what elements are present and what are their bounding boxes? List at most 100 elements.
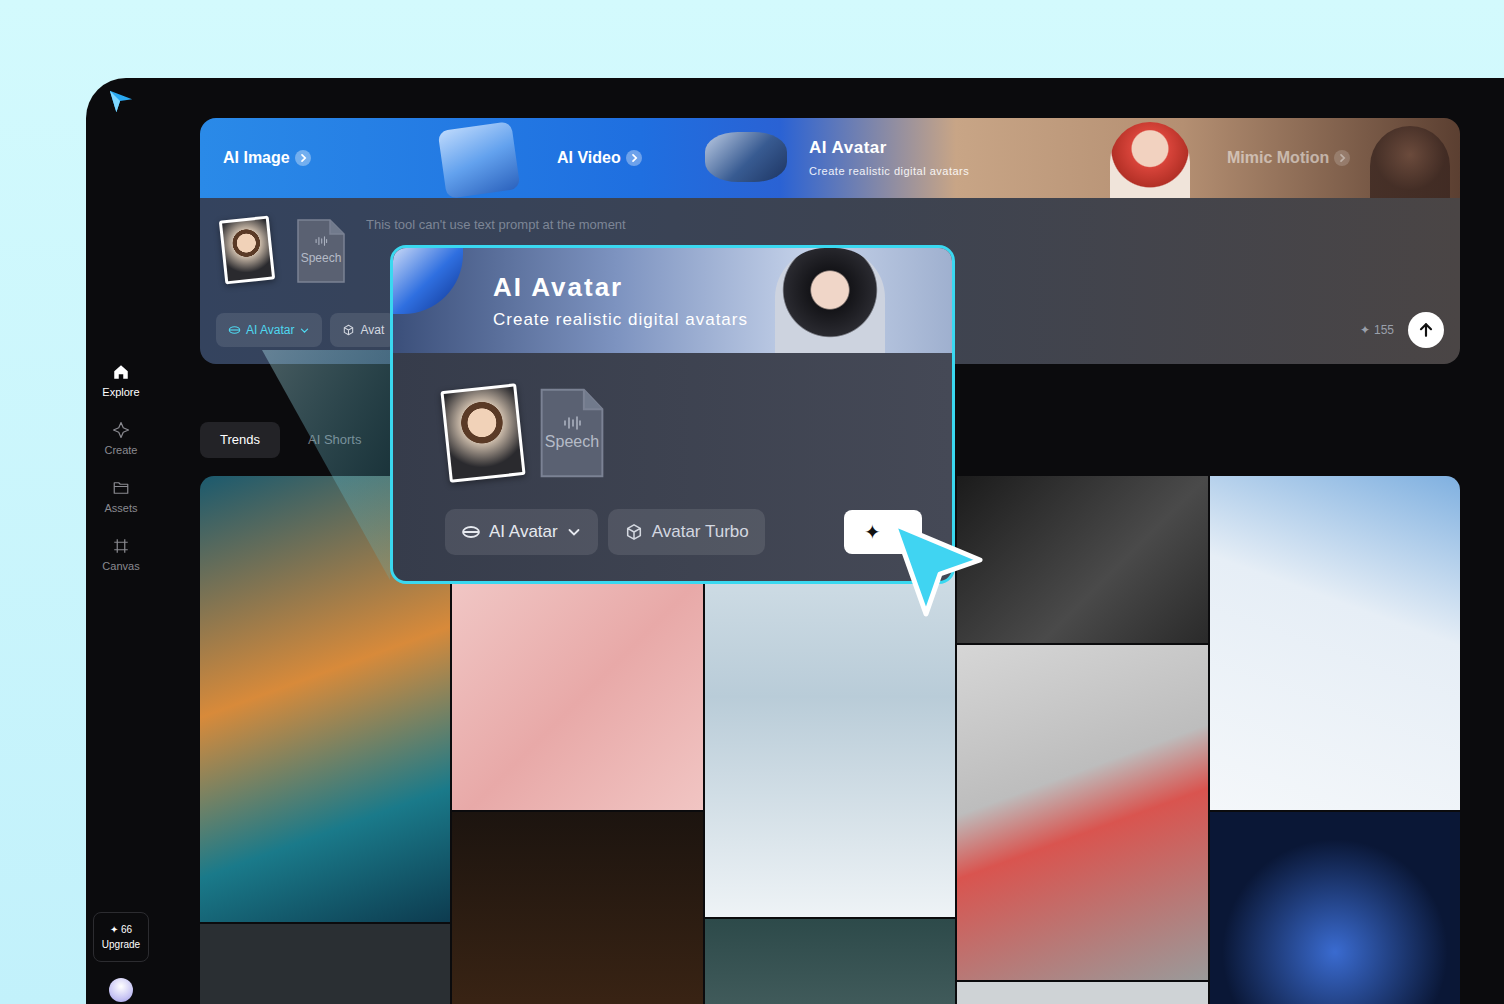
upgrade-button[interactable]: ✦66 Upgrade bbox=[93, 912, 149, 962]
tool-title-row: AI Video bbox=[557, 148, 642, 168]
prompt-actions: ✦155 bbox=[1360, 312, 1444, 348]
sidebar-nav: Explore Create Assets Canvas bbox=[102, 363, 139, 573]
prompt-input[interactable] bbox=[366, 216, 1444, 234]
sidebar-item[interactable]: Explore bbox=[102, 363, 139, 399]
credits-count: 66 bbox=[121, 924, 132, 936]
gallery-tile[interactable] bbox=[452, 812, 702, 1004]
speech-label: Speech bbox=[545, 434, 599, 450]
sidebar-label: Assets bbox=[104, 501, 137, 515]
tool-title-row: AI Avatar bbox=[809, 138, 969, 158]
header-decoration bbox=[390, 245, 463, 314]
gallery-column bbox=[957, 476, 1207, 1004]
tool-tab[interactable]: AI Video bbox=[540, 118, 790, 198]
credits-icon: ✦ bbox=[110, 924, 118, 936]
waveform-icon bbox=[562, 416, 582, 430]
chip-label: AI Avatar bbox=[246, 321, 294, 339]
submit-button[interactable] bbox=[1408, 312, 1444, 348]
gallery-tile[interactable] bbox=[200, 924, 450, 1004]
zoom-title: AI Avatar bbox=[493, 272, 952, 302]
logo-icon bbox=[108, 88, 134, 114]
gallery-tile[interactable] bbox=[957, 982, 1207, 1004]
waveform-icon bbox=[314, 236, 328, 246]
chevron-down-icon bbox=[299, 325, 310, 336]
chip-label: Avat bbox=[360, 321, 384, 339]
feed-tab[interactable]: AI Shorts bbox=[288, 422, 381, 458]
tool-thumbnail bbox=[438, 121, 521, 198]
credits: ✦66 bbox=[110, 924, 132, 936]
document-icon bbox=[539, 387, 605, 479]
gallery-tile[interactable] bbox=[957, 645, 1207, 980]
arrow-up-icon bbox=[1416, 320, 1436, 340]
tool-tab-content: AI Avatar Create realistic digital avatar… bbox=[809, 138, 969, 178]
avatar-picture bbox=[222, 219, 272, 281]
tool-label: Mimic Motion bbox=[1227, 148, 1329, 168]
grid-icon bbox=[112, 537, 130, 555]
tool-tab[interactable]: Mimic Motion bbox=[1205, 118, 1460, 198]
tool-title-row: Mimic Motion bbox=[1227, 148, 1350, 168]
chevron-right-icon bbox=[295, 150, 311, 166]
mouth-icon bbox=[461, 523, 481, 541]
zoom-bottom-row: AI Avatar Avatar Turbo ✦ bbox=[445, 509, 922, 555]
option-chip[interactable]: Avatar Turbo bbox=[608, 509, 765, 555]
chip-label: Avatar Turbo bbox=[652, 523, 749, 541]
tool-tab[interactable]: AI Avatar Create realistic digital avatar… bbox=[790, 118, 1205, 198]
gallery-tile[interactable] bbox=[1210, 812, 1460, 1004]
sidebar-label: Explore bbox=[102, 385, 139, 399]
tool-label: AI Video bbox=[557, 148, 621, 168]
sidebar: Explore Create Assets Canvas ✦66 Upgrade bbox=[86, 78, 156, 1004]
speech-label: Speech bbox=[301, 250, 342, 266]
option-chip[interactable]: AI Avatar bbox=[216, 313, 322, 347]
chip-label: AI Avatar bbox=[489, 523, 558, 541]
tool-tab-content: AI Image bbox=[223, 148, 311, 168]
feed-tab-label: Trends bbox=[220, 430, 260, 450]
cursor-icon bbox=[880, 510, 990, 620]
tool-subtitle: Create realistic digital avatars bbox=[809, 164, 969, 178]
avatar-attachment[interactable] bbox=[440, 383, 525, 482]
attachments: Speech bbox=[216, 216, 346, 284]
tool-tab-content: AI Video bbox=[557, 148, 642, 168]
chevron-right-icon bbox=[1334, 150, 1350, 166]
sparkle-icon bbox=[112, 421, 130, 439]
option-chip[interactable]: AI Avatar bbox=[445, 509, 598, 555]
avatar-photo bbox=[775, 248, 885, 353]
credits-icon: ✦ bbox=[1360, 321, 1370, 339]
tool-tab[interactable]: AI Image bbox=[200, 118, 540, 198]
chevron-right-icon bbox=[626, 150, 642, 166]
mouth-icon bbox=[228, 324, 241, 336]
gallery-tile[interactable] bbox=[1210, 476, 1460, 810]
gallery-column bbox=[1210, 476, 1460, 1004]
home-icon bbox=[112, 363, 130, 381]
chevron-down-icon bbox=[566, 524, 582, 540]
avatar-attachment[interactable] bbox=[219, 216, 275, 285]
tool-label: AI Image bbox=[223, 148, 290, 168]
sidebar-item[interactable]: Assets bbox=[104, 479, 137, 515]
zoom-header: AI AvatarCreate realistic digital avatar… bbox=[393, 248, 952, 353]
credits-cost: ✦155 bbox=[1360, 321, 1394, 339]
folder-icon bbox=[112, 479, 130, 497]
zoom-body: Speech AI Avatar Avatar Turbo ✦ bbox=[393, 353, 952, 581]
cube-icon bbox=[342, 324, 355, 336]
avatar-picture bbox=[444, 387, 523, 480]
sidebar-item[interactable]: Create bbox=[104, 421, 137, 457]
sidebar-item[interactable]: Canvas bbox=[102, 537, 139, 573]
tool-banner: AI Image AI Video AI Avatar Create realisti… bbox=[200, 118, 1460, 198]
upgrade-label: Upgrade bbox=[102, 939, 140, 951]
gallery-tile[interactable] bbox=[957, 476, 1207, 643]
chip-row: AI Avatar Avat bbox=[216, 313, 396, 347]
option-chip[interactable]: Avat bbox=[330, 313, 396, 347]
tool-thumbnail bbox=[1110, 122, 1190, 198]
tool-tab-content: Mimic Motion bbox=[1227, 148, 1350, 168]
tool-thumbnail bbox=[1370, 126, 1450, 198]
zoom-chip-row: AI Avatar Avatar Turbo bbox=[445, 509, 765, 555]
zoom-card: AI AvatarCreate realistic digital avatar… bbox=[390, 245, 955, 584]
user-avatar[interactable] bbox=[109, 978, 133, 1002]
sidebar-label: Canvas bbox=[102, 559, 139, 573]
speech-attachment[interactable]: Speech bbox=[296, 218, 346, 284]
tool-thumbnail bbox=[705, 132, 787, 182]
speech-attachment[interactable]: Speech bbox=[539, 387, 605, 479]
feed-tab-label: AI Shorts bbox=[308, 430, 361, 450]
gallery-tile[interactable] bbox=[705, 919, 955, 1004]
generate-icon: ✦ bbox=[864, 522, 881, 542]
feed-tab[interactable]: Trends bbox=[200, 422, 280, 458]
cube-icon bbox=[624, 523, 644, 541]
